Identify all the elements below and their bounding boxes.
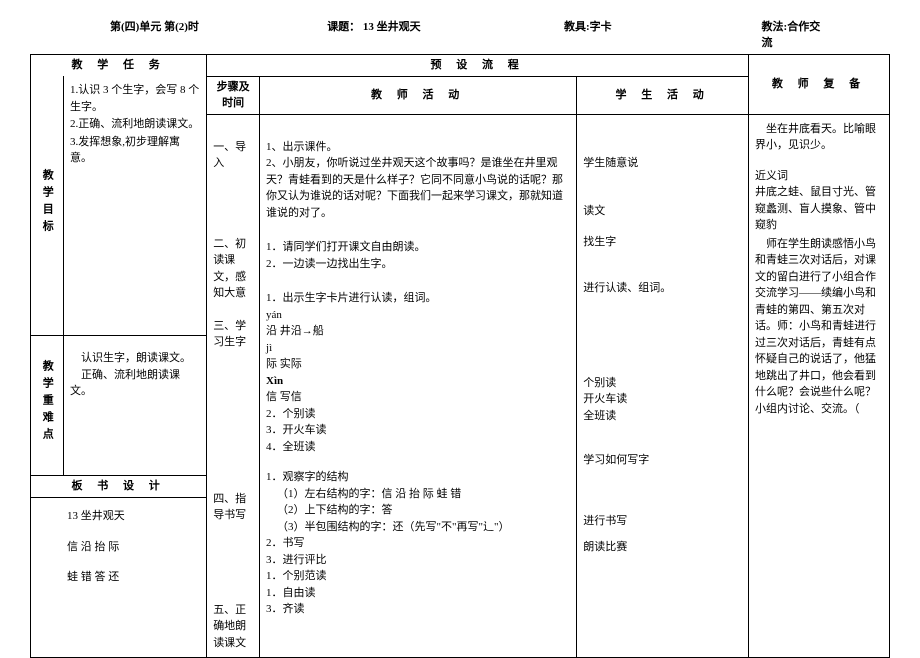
student-act-header: 学 生 活 动	[577, 76, 749, 114]
lesson-plan-table: 教 学 任 务 预 设 流 程 教 师 复 备 教学目标 1.认识 3 个生字，…	[30, 54, 890, 658]
notes-header: 教 师 复 备	[749, 55, 890, 115]
steps-header: 步骤及时间	[207, 76, 260, 114]
teacher-act-header: 教 师 活 动	[260, 76, 577, 114]
goal-label: 教学目标	[31, 76, 64, 336]
keypoint-label: 教学重难点	[31, 336, 64, 476]
teacher-cell: 1、出示课件。 2、小朋友，你听说过坐井观天这个故事吗？是谁坐在井里观天？青蛙看…	[260, 114, 577, 658]
task-header: 教 学 任 务	[31, 55, 207, 77]
header-topic: 课题： 13 坐井观天	[327, 18, 504, 50]
goal-content: 1.认识 3 个生字，会写 8 个生字。 2.正确、流利地朗读课文。 3.发挥想…	[64, 76, 207, 336]
keypoint-content: 认识生字，朗读课文。 正确、流利地朗读课文。	[64, 336, 207, 476]
header-aid: 教具:字卡	[564, 18, 702, 50]
notes-cell: 坐在井底看天。比喻眼界小，见识少。 近义词 井底之蛙、鼠目寸光、管窥蠡测、盲人摸…	[749, 114, 890, 658]
steps-cell: 一、导入 二、初读课文，感知大意 三、学习生字 四、指导书写 五、正确地朗读课文	[207, 114, 260, 658]
flow-header: 预 设 流 程	[207, 55, 749, 77]
header-method: 教法:合作交流	[762, 18, 830, 50]
board-content: 13 坐井观天 信 沿 抬 际 蛙 错 答 还	[31, 498, 207, 658]
student-cell: 学生随意说 读文 找生字 进行认读、组词。 个别读 开火车读 全班读 学习如何写…	[577, 114, 749, 658]
header-unit: 第(四)单元 第(2)时	[110, 18, 267, 50]
board-header: 板 书 设 计	[31, 476, 207, 498]
